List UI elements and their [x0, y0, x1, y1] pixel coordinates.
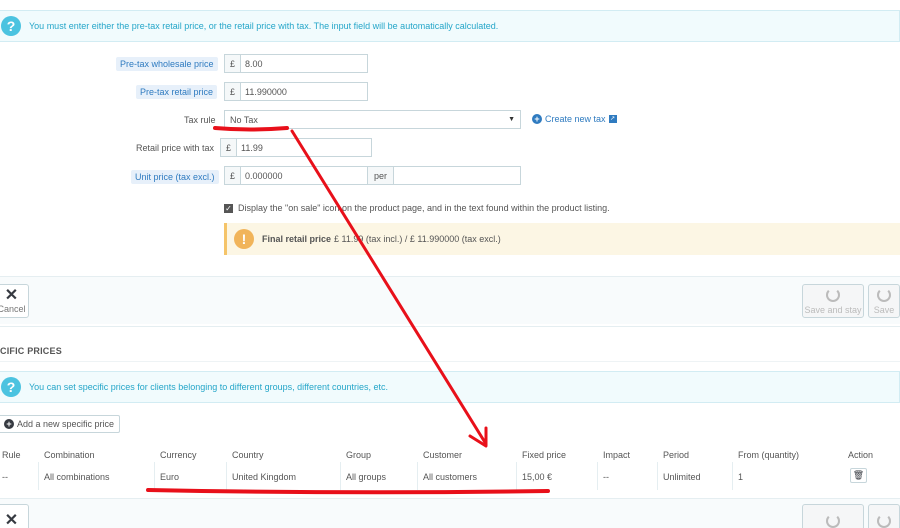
col-country: Country	[232, 450, 264, 460]
currency-addon: £	[221, 139, 237, 156]
create-tax-link[interactable]: + Create new tax ↗	[532, 114, 617, 124]
retail-price-label: Pre-tax retail price	[136, 85, 218, 99]
cell-divider	[516, 462, 517, 490]
wholesale-price-field[interactable]: £ 8.00	[224, 54, 368, 73]
title-divider	[0, 361, 900, 362]
col-currency: Currency	[160, 450, 197, 460]
exclamation-icon: !	[234, 229, 254, 249]
trash-icon: 🗑	[852, 470, 865, 480]
cell-group: All groups	[346, 472, 387, 482]
unit-price-input[interactable]: 0.000000	[241, 167, 287, 184]
underline-row	[146, 488, 550, 495]
col-impact: Impact	[603, 450, 631, 460]
specific-info-text: You can set specific prices for clients …	[29, 382, 389, 392]
section-footer	[0, 498, 900, 528]
retail-tax-label: Retail price with tax	[136, 143, 215, 153]
add-specific-price-button[interactable]: + Add a new specific price	[0, 415, 121, 433]
cell-divider	[597, 462, 598, 490]
add-specific-price-label: Add a new specific price	[17, 419, 115, 429]
col-combination: Combination	[44, 450, 95, 460]
cell-divider	[38, 462, 39, 490]
wholesale-price-input[interactable]: 8.00	[241, 55, 267, 72]
save-and-stay-button[interactable]: Save and stay	[802, 284, 864, 318]
tax-info-text: You must enter either the pre-tax retail…	[29, 21, 499, 31]
final-price-text: £ 11.99 (tax incl.) / £ 11.990000 (tax e…	[334, 234, 501, 244]
cell-divider	[226, 462, 227, 490]
unit-per-field[interactable]: per	[367, 166, 521, 185]
cell-period: Unlimited	[663, 472, 701, 482]
cancel-button-bottom[interactable]: ✕	[0, 504, 29, 528]
save-button[interactable]: Save	[868, 284, 900, 318]
retail-tax-field[interactable]: £ 11.99	[220, 138, 372, 157]
external-link-icon: ↗	[608, 115, 617, 123]
save-and-stay-label: Save and stay	[804, 304, 862, 315]
col-rule: Rule	[2, 450, 21, 460]
close-icon: ✕	[4, 512, 19, 528]
col-from-quantity: From (quantity)	[738, 450, 800, 460]
close-icon: ✕	[4, 287, 19, 304]
question-icon: ?	[1, 16, 21, 36]
unit-price-field[interactable]: £ 0.000000	[224, 166, 368, 185]
specific-info-notice: ? You can set specific prices for client…	[0, 371, 900, 403]
arrow-head	[468, 426, 488, 448]
save-label: Save	[873, 304, 895, 315]
check-icon[interactable]: ✓	[224, 203, 233, 213]
cell-combination: All combinations	[44, 472, 110, 482]
col-customer: Customer	[423, 450, 463, 460]
cell-currency: Euro	[160, 472, 180, 482]
question-icon: ?	[1, 377, 21, 397]
annotation-overlay	[146, 126, 550, 495]
cell-customer: All customers	[423, 472, 478, 482]
wholesale-price-label: Pre-tax wholesale price	[116, 57, 218, 71]
unit-per-input[interactable]	[394, 167, 402, 184]
plus-circle-icon: +	[532, 114, 542, 124]
section-divider	[0, 326, 900, 327]
table-row: -- All combinations Euro United Kingdom …	[0, 462, 900, 490]
cell-divider	[657, 462, 658, 490]
tax-info-notice: ? You must enter either the pre-tax reta…	[0, 10, 900, 42]
save-and-stay-button-bottom[interactable]	[802, 504, 864, 528]
refresh-icon	[826, 514, 840, 528]
cell-fixed-price: 15,00 €	[522, 472, 553, 482]
cell-divider	[732, 462, 733, 490]
final-price-title: Final retail price	[262, 234, 332, 244]
on-sale-option[interactable]: ✓ Display the "on sale" icon on the prod…	[224, 203, 610, 213]
cell-rule: --	[2, 472, 8, 482]
col-fixed-price: Fixed price	[522, 450, 567, 460]
tax-rule-select[interactable]: No Tax ▼	[224, 110, 521, 129]
tax-rule-value: No Tax	[230, 114, 258, 125]
cell-divider	[154, 462, 155, 490]
tax-rule-label: Tax rule	[184, 115, 216, 125]
cancel-button[interactable]: ✕ Cancel	[0, 284, 29, 318]
delete-button[interactable]: 🗑	[850, 468, 867, 483]
unit-price-label: Unit price (tax excl.)	[131, 170, 219, 184]
create-tax-label: Create new tax	[545, 114, 606, 124]
currency-addon: £	[225, 55, 241, 72]
form-footer	[0, 276, 900, 324]
on-sale-label: Display the "on sale" icon on the produc…	[238, 203, 610, 213]
specific-prices-title: CIFIC PRICES	[0, 346, 62, 356]
refresh-icon	[877, 287, 891, 302]
plus-circle-icon: +	[4, 419, 14, 429]
cell-impact: --	[603, 472, 609, 482]
retail-tax-input[interactable]: 11.99	[237, 139, 267, 156]
per-addon: per	[368, 167, 394, 184]
save-button-bottom[interactable]	[868, 504, 900, 528]
currency-addon: £	[225, 83, 241, 100]
retail-price-input[interactable]: 11.990000	[241, 83, 291, 100]
final-price-notice: ! Final retail price £ 11.99 (tax incl.)…	[224, 223, 900, 255]
col-period: Period	[663, 450, 690, 460]
cell-country: United Kingdom	[232, 472, 297, 482]
refresh-icon	[826, 287, 840, 302]
refresh-icon	[877, 514, 891, 528]
col-action: Action	[848, 450, 874, 460]
cell-divider	[417, 462, 418, 490]
cancel-label: Cancel	[0, 304, 26, 314]
cell-divider	[340, 462, 341, 490]
cell-from-quantity: 1	[738, 472, 744, 482]
retail-price-field[interactable]: £ 11.990000	[224, 82, 368, 101]
currency-addon: £	[225, 167, 241, 184]
col-group: Group	[346, 450, 372, 460]
caret-down-icon: ▼	[508, 116, 515, 123]
